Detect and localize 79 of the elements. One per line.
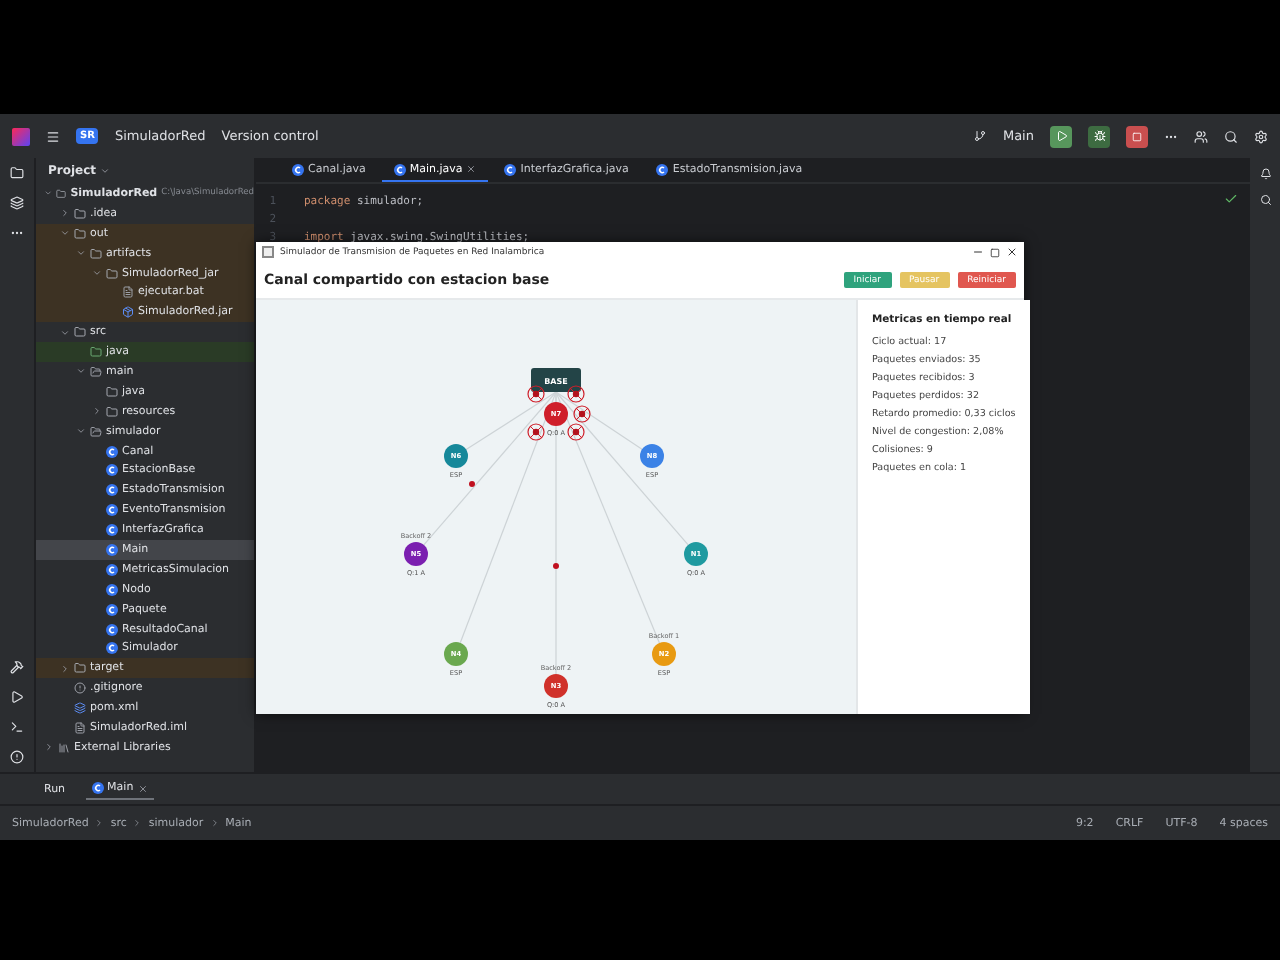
bug-icon (1093, 130, 1105, 142)
class-icon (292, 163, 304, 175)
chevron-right-icon[interactable] (60, 663, 70, 674)
folder-icon[interactable] (10, 166, 24, 180)
class-icon (106, 524, 118, 537)
packet-dot (553, 563, 559, 569)
folder-icon (90, 247, 102, 260)
chevron-right-icon (209, 818, 220, 828)
maven-file-icon (74, 702, 86, 715)
folder-icon (74, 207, 86, 220)
settings-icon[interactable] (1254, 129, 1268, 143)
class-icon (106, 504, 118, 517)
run-icon[interactable] (10, 690, 24, 704)
folder-icon (106, 385, 118, 398)
folder-icon (74, 227, 86, 240)
chevron-down-icon[interactable] (76, 426, 86, 437)
collision-icon (527, 423, 545, 441)
maximize-icon[interactable] (990, 247, 1000, 257)
class-icon (106, 464, 118, 477)
chevron-right-icon (132, 818, 143, 828)
class-icon (91, 782, 104, 794)
package-folder-icon (90, 365, 102, 378)
folder-icon (74, 662, 86, 675)
class-icon (106, 583, 118, 596)
problems-icon[interactable] (10, 750, 24, 764)
run-button[interactable] (1050, 125, 1072, 147)
folder-icon (74, 326, 86, 339)
chevron-down-icon[interactable] (60, 327, 70, 338)
class-icon (504, 163, 517, 175)
bell-icon[interactable] (1259, 168, 1271, 180)
search-icon[interactable] (1259, 194, 1271, 206)
close-icon[interactable] (1006, 246, 1018, 258)
collision-icon (567, 423, 585, 441)
class-icon (106, 603, 118, 616)
chevron-down-icon[interactable] (76, 366, 86, 377)
class-icon (656, 163, 669, 175)
folder-icon (106, 405, 118, 418)
menu-icon[interactable] (46, 129, 60, 143)
folder-icon (90, 346, 102, 359)
search-icon[interactable] (1224, 129, 1238, 143)
minimize-icon[interactable] (972, 246, 984, 258)
hammer-icon[interactable] (10, 660, 24, 674)
collision-icon (567, 385, 585, 403)
class-icon (393, 163, 406, 175)
chevron-right-icon[interactable] (92, 406, 102, 417)
chevron-right-icon (94, 818, 105, 828)
collision-icon (573, 405, 591, 423)
class-icon (106, 543, 118, 556)
stop-button[interactable] (1126, 125, 1148, 147)
more-icon[interactable] (10, 226, 24, 240)
package-folder-icon (90, 425, 102, 438)
packet-dot (469, 481, 475, 487)
ignore-file-icon (74, 682, 86, 695)
class-icon (106, 484, 118, 497)
branch-icon (974, 130, 987, 142)
app-logo (12, 127, 30, 145)
check-icon (1224, 192, 1238, 206)
chevron-right-icon[interactable] (44, 742, 54, 753)
class-icon (106, 623, 118, 636)
chevron-down-icon[interactable] (100, 166, 111, 176)
structure-icon[interactable] (10, 196, 24, 210)
chevron-right-icon[interactable] (60, 208, 70, 219)
folder-icon (56, 187, 67, 200)
file-icon (122, 286, 134, 299)
chevron-down-icon[interactable] (44, 188, 53, 199)
terminal-icon[interactable] (10, 720, 24, 734)
library-icon (58, 741, 70, 754)
collision-icon (527, 385, 545, 403)
class-icon (106, 445, 118, 458)
file-icon (74, 721, 86, 734)
debug-button[interactable] (1088, 125, 1110, 147)
stop-icon (1132, 131, 1142, 141)
class-icon (106, 642, 118, 655)
archive-icon (122, 306, 134, 319)
java-icon (262, 246, 274, 258)
users-icon[interactable] (1194, 129, 1208, 143)
play-icon (1055, 130, 1067, 142)
class-icon (106, 563, 118, 576)
folder-icon (106, 267, 118, 279)
